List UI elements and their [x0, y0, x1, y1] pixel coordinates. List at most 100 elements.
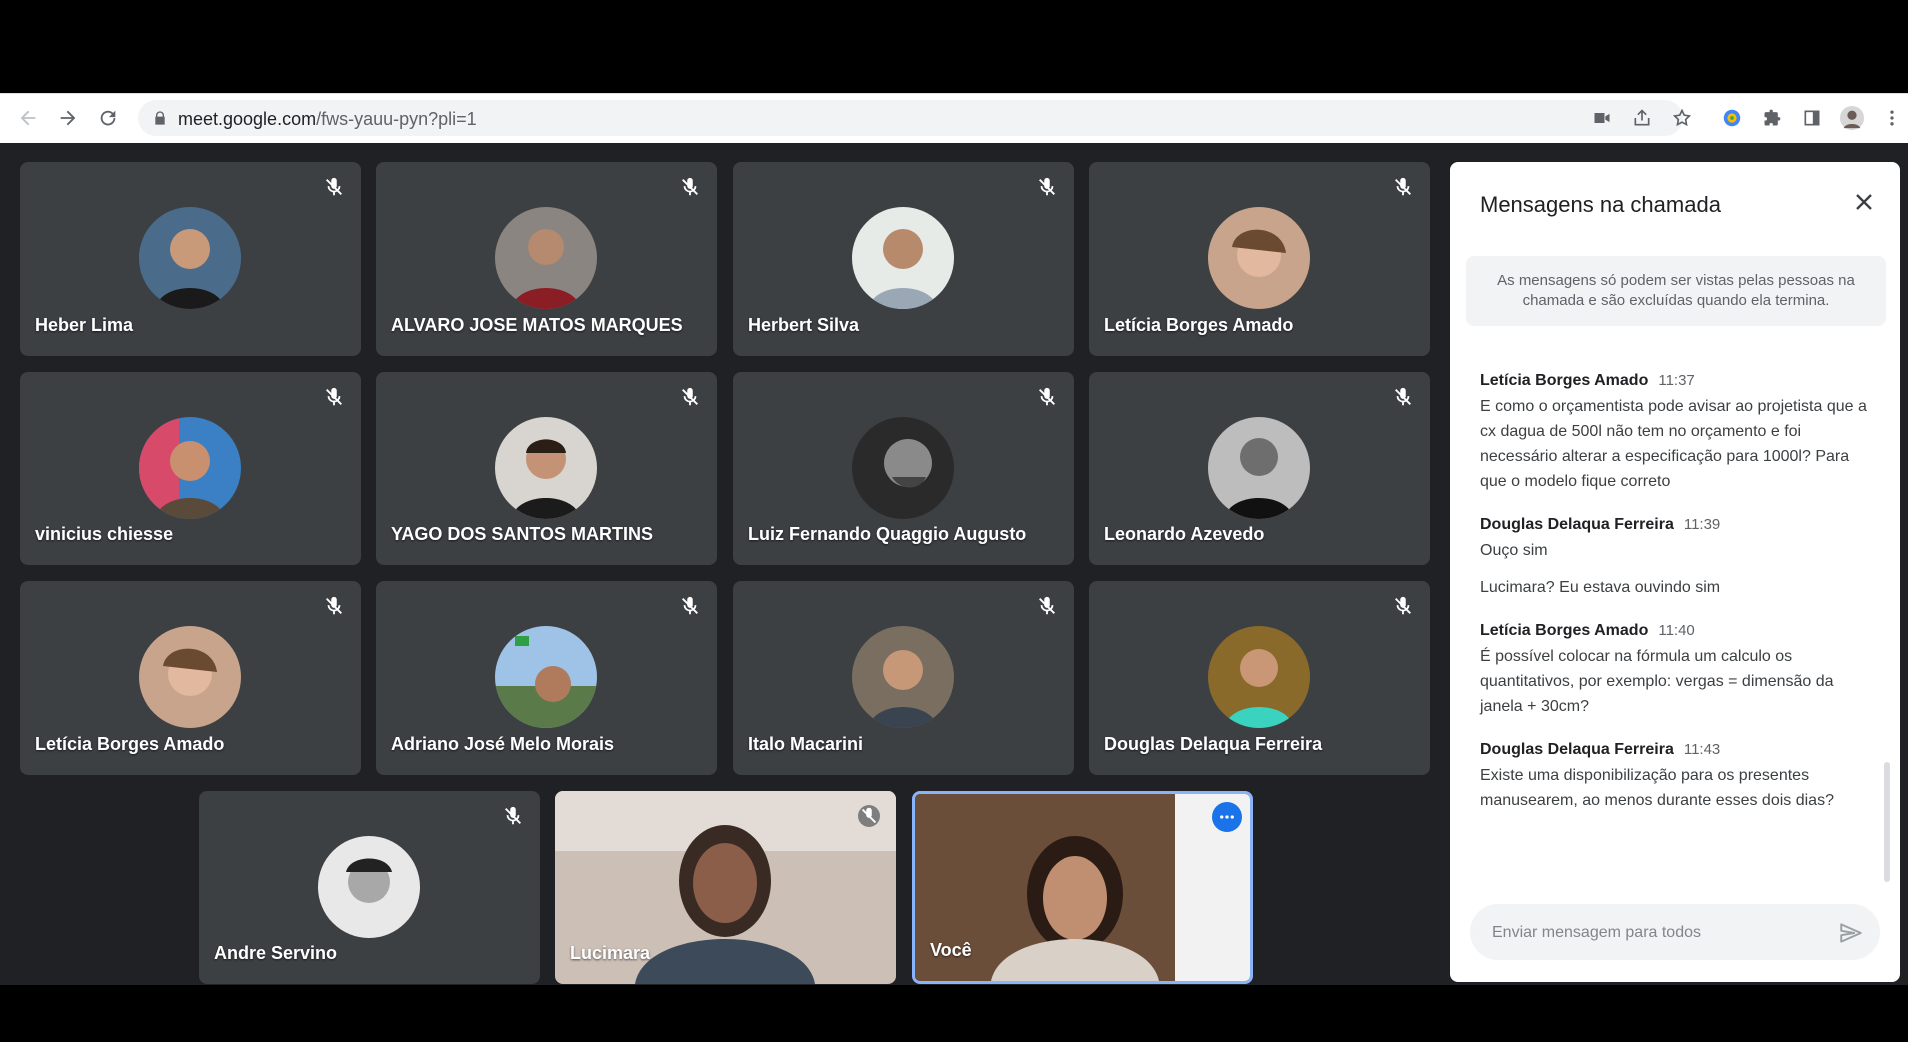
- participant-name: Italo Macarini: [748, 734, 864, 754]
- browser-menu-icon[interactable]: [1880, 106, 1904, 130]
- extensions-puzzle-icon[interactable]: [1760, 106, 1784, 130]
- avatar: [318, 836, 420, 938]
- participant-name: Leonardo Azevedo: [1104, 524, 1265, 544]
- avatar: [1208, 417, 1310, 519]
- avatar: [495, 207, 597, 309]
- chat-message: Letícia Borges Amado 11:37 E como o orçam…: [1480, 372, 1880, 494]
- mic-off-icon: [682, 387, 698, 406]
- back-button[interactable]: [14, 104, 42, 132]
- reload-button[interactable]: [94, 104, 122, 132]
- share-icon[interactable]: [1630, 106, 1654, 130]
- participant-name: YAGO DOS SANTOS MARTINS: [391, 524, 654, 544]
- chat-compose: [1470, 904, 1880, 960]
- participant-tile-video[interactable]: Lucimara: [555, 791, 896, 984]
- mic-off-icon: [326, 177, 342, 196]
- participant-name: Você: [930, 940, 972, 960]
- send-icon[interactable]: [1838, 920, 1864, 946]
- participant-tile[interactable]: Adriano José Melo Morais: [376, 581, 717, 775]
- message-sender: Douglas Delaqua Ferreira: [1480, 741, 1674, 758]
- participant-name: Lucimara: [570, 943, 651, 963]
- participant-tile[interactable]: vinicius chiesse: [20, 372, 361, 565]
- chat-title: Mensagens na chamada: [1480, 192, 1721, 217]
- close-icon[interactable]: [1850, 188, 1878, 216]
- mic-off-icon: [1039, 387, 1055, 406]
- mic-off-icon: [1395, 177, 1411, 196]
- avatar: [1208, 626, 1310, 728]
- more-options-button[interactable]: [1212, 802, 1242, 832]
- self-tile[interactable]: Você: [912, 791, 1253, 984]
- participant-name: Heber Lima: [35, 315, 134, 335]
- mic-off-icon: [1039, 177, 1055, 196]
- more-horizontal-icon: [1220, 815, 1234, 819]
- message-time: 11:39: [1683, 516, 1721, 533]
- avatar: [139, 417, 241, 519]
- extension-app-icon[interactable]: [1720, 106, 1744, 130]
- participant-name: Letícia Borges Amado: [35, 734, 225, 754]
- chat-message: Douglas Delaqua Ferreira 11:39 Ouço sim L…: [1480, 516, 1880, 600]
- side-panel-icon[interactable]: [1800, 106, 1824, 130]
- avatar: [139, 626, 241, 728]
- participant-name: Adriano José Melo Morais: [391, 734, 615, 754]
- participant-name: ALVARO JOSE MATOS MARQUES: [391, 315, 683, 335]
- message-time: 11:43: [1683, 741, 1721, 758]
- avatar: [139, 207, 241, 309]
- message-time: 11:40: [1658, 622, 1695, 639]
- participant-name: vinicius chiesse: [35, 524, 174, 544]
- message-sender: Douglas Delaqua Ferreira: [1480, 516, 1674, 533]
- participant-name: Luiz Fernando Quaggio Augusto: [748, 524, 1027, 544]
- url-text: meet.google.com/fws-yauu-pyn?pli=1: [178, 109, 477, 129]
- message-text: É possível colocar na fórmula um calculo…: [1480, 648, 1834, 715]
- participant-tile[interactable]: Herbert Silva: [733, 162, 1074, 356]
- participant-tile[interactable]: ALVARO JOSE MATOS MARQUES: [376, 162, 717, 356]
- participant-tile[interactable]: Andre Servino: [199, 791, 540, 984]
- mic-off-icon: [326, 596, 342, 615]
- participant-tile[interactable]: Letícia Borges Amado: [1089, 162, 1430, 356]
- participant-tile[interactable]: Leonardo Azevedo: [1089, 372, 1430, 565]
- arrow-left-icon: [20, 110, 36, 126]
- participant-tile[interactable]: Italo Macarini: [733, 581, 1074, 775]
- message-text: Ouço sim: [1480, 542, 1548, 559]
- avatar: [495, 417, 597, 519]
- avatar: [852, 626, 954, 728]
- browser-toolbar: meet.google.com/fws-yauu-pyn?pli=1: [0, 93, 1908, 143]
- camera-indicator-icon[interactable]: [1590, 106, 1614, 130]
- chat-scrollbar[interactable]: [1884, 762, 1890, 882]
- chat-input[interactable]: [1490, 918, 1814, 948]
- profile-avatar[interactable]: [1840, 106, 1864, 130]
- participant-tile[interactable]: YAGO DOS SANTOS MARTINS: [376, 372, 717, 565]
- participant-tile[interactable]: Douglas Delaqua Ferreira: [1089, 581, 1430, 775]
- message-text: Lucimara? Eu estava ouvindo sim: [1480, 579, 1721, 596]
- message-text: Existe uma disponibilização para os pres…: [1480, 767, 1834, 809]
- avatar: [852, 417, 954, 519]
- avatar: [852, 207, 954, 309]
- mic-off-icon: [505, 806, 521, 825]
- participant-name: Herbert Silva: [748, 315, 860, 335]
- address-bar[interactable]: meet.google.com/fws-yauu-pyn?pli=1: [138, 100, 1683, 136]
- mic-off-icon: [682, 596, 698, 615]
- chat-notice: As mensagens só podem ser vistas pelas p…: [1466, 256, 1886, 326]
- participant-tile[interactable]: Luiz Fernando Quaggio Augusto: [733, 372, 1074, 565]
- lock-icon: [155, 111, 165, 125]
- message-text: E como o orçamentista pode avisar ao pro…: [1480, 398, 1867, 490]
- bookmark-star-icon[interactable]: [1670, 106, 1694, 130]
- participant-name: Letícia Borges Amado: [1104, 315, 1294, 335]
- mic-off-icon: [1395, 387, 1411, 406]
- avatar: [495, 626, 597, 728]
- reload-icon: [100, 110, 116, 126]
- mic-off-icon: [1039, 596, 1055, 615]
- mic-off-icon: [1395, 596, 1411, 615]
- arrow-right-icon: [60, 110, 76, 126]
- participant-name: Andre Servino: [214, 943, 338, 963]
- message-time: 11:37: [1658, 372, 1695, 389]
- mic-off-icon: [326, 387, 342, 406]
- participant-tile[interactable]: Heber Lima: [20, 162, 361, 356]
- mic-off-icon: [858, 805, 880, 827]
- participant-tile[interactable]: Letícia Borges Amado: [20, 581, 361, 775]
- message-sender: Letícia Borges Amado: [1480, 622, 1649, 639]
- chat-messages: Letícia Borges Amado 11:37 E como o orçam…: [1480, 372, 1880, 835]
- chat-panel: Mensagens na chamada As mensagens só pod…: [1450, 162, 1900, 982]
- mic-off-icon: [682, 177, 698, 196]
- chat-message: Douglas Delaqua Ferreira 11:43 Existe uma…: [1480, 741, 1880, 813]
- forward-button[interactable]: [54, 104, 82, 132]
- participant-name: Douglas Delaqua Ferreira: [1104, 734, 1323, 754]
